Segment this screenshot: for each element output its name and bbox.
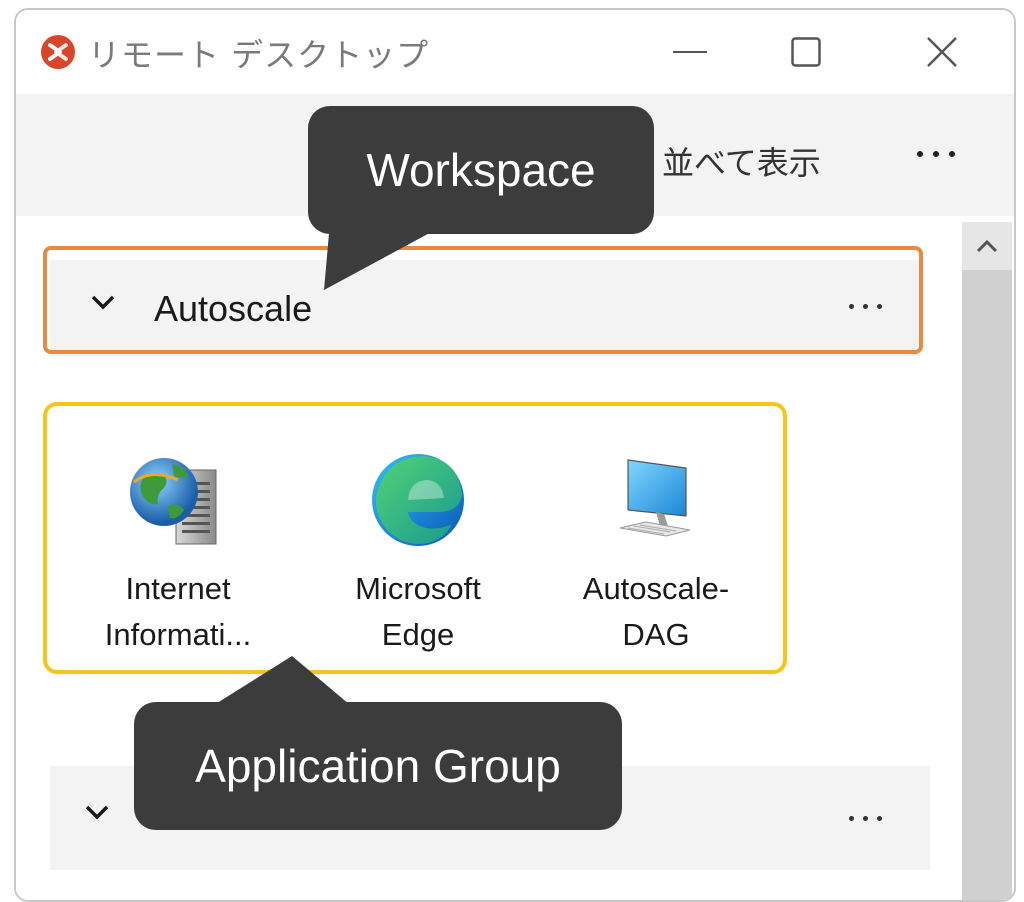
chevron-down-icon[interactable] bbox=[84, 804, 110, 822]
app-group-callout: Application Group bbox=[134, 702, 622, 830]
more-dots-icon bbox=[917, 151, 923, 157]
tile-view-button[interactable]: 並べて表示 bbox=[662, 138, 821, 184]
close-icon bbox=[927, 37, 957, 67]
title-bar: リモート デスクトップ bbox=[16, 10, 1014, 94]
more-dots-icon bbox=[848, 815, 854, 821]
workspace-more-button[interactable] bbox=[840, 808, 890, 828]
window-title: リモート デスクトップ bbox=[88, 36, 430, 74]
maximize-icon bbox=[791, 37, 821, 67]
minimize-button[interactable] bbox=[660, 24, 720, 80]
chevron-up-icon bbox=[976, 239, 998, 253]
scrollbar[interactable] bbox=[962, 222, 1012, 900]
workspace-highlight-box bbox=[43, 246, 923, 354]
app-group-highlight-box bbox=[43, 402, 787, 674]
remote-desktop-app-icon bbox=[41, 35, 75, 69]
scroll-up-button[interactable] bbox=[962, 222, 1012, 270]
close-button[interactable] bbox=[912, 24, 972, 80]
maximize-button[interactable] bbox=[776, 24, 836, 80]
workspace-callout: Workspace bbox=[308, 106, 654, 234]
minimize-icon bbox=[673, 51, 707, 53]
more-options-button[interactable] bbox=[906, 134, 966, 174]
